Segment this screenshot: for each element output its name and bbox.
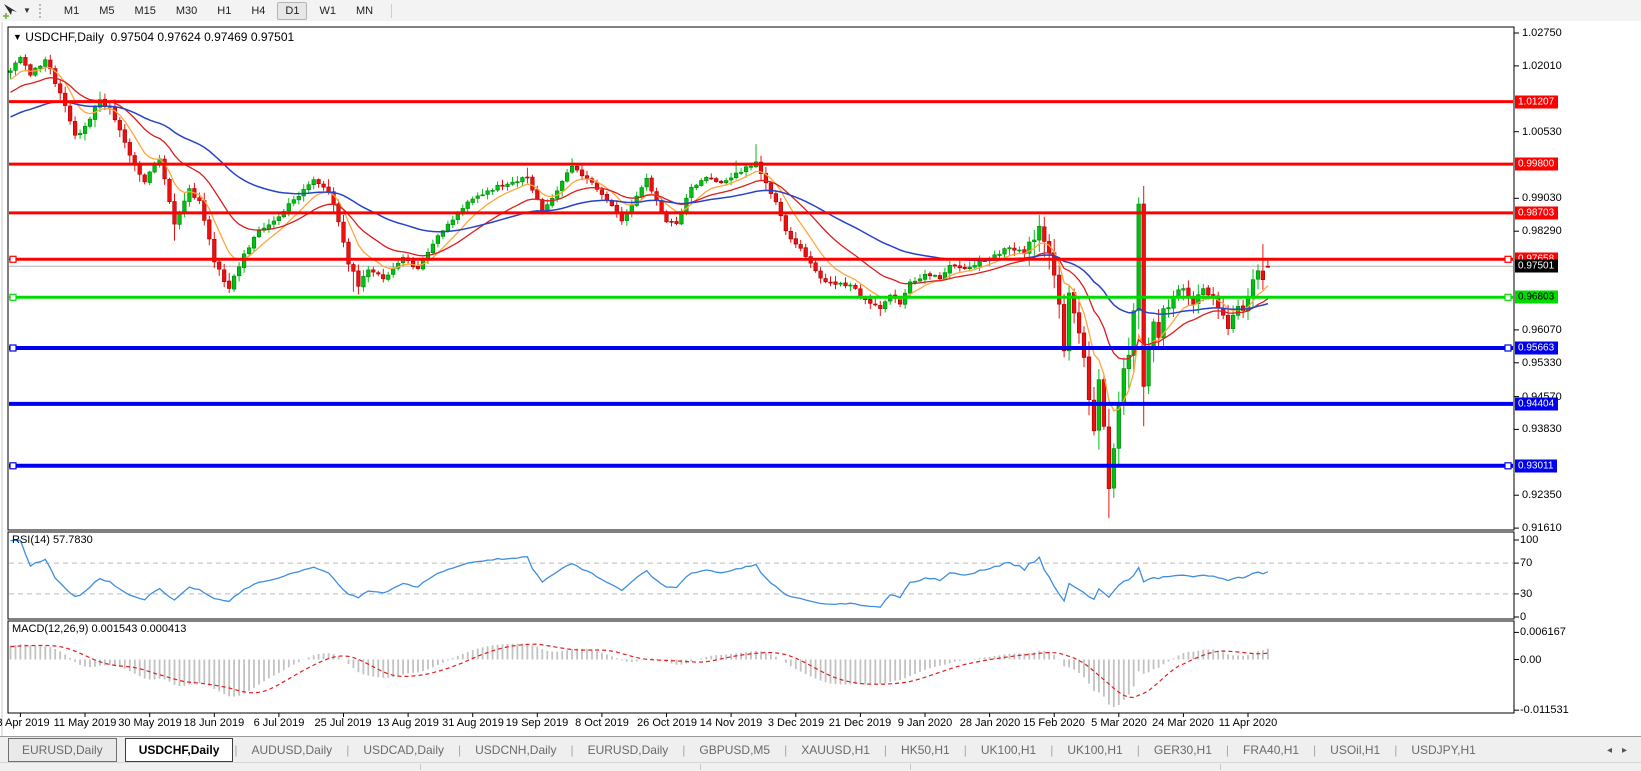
rsi-axis-label: 0 <box>1520 611 1527 623</box>
rsi-value: 57.7830 <box>52 534 93 546</box>
chart-tab-xauusd-h1[interactable]: XAUUSD,H1 <box>788 739 883 761</box>
price-axis-label: 0.93830 <box>1522 423 1562 435</box>
price-axis-label: 0.99030 <box>1522 192 1562 204</box>
rsi-indicator-label: RSI(14) 57.7830 <box>12 534 93 546</box>
chart-title: ▼ USDCHF,Daily 0.97504 0.97624 0.97469 0… <box>13 30 294 44</box>
ohlc-open: 0.97504 <box>110 30 155 44</box>
date-axis-label: 25 Jul 2019 <box>314 717 372 729</box>
ohlc-high: 0.97624 <box>157 30 201 44</box>
macd-axis-label: -0.011531 <box>1520 704 1569 716</box>
chart-tab-usdcad-daily[interactable]: USDCAD,Daily <box>350 739 457 761</box>
chart-dropdown-icon[interactable]: ▼ <box>13 32 22 42</box>
level-price-tag: 0.95663 <box>1515 341 1559 355</box>
macd-indicator-label: MACD(12,26,9) 0.001543 0.000413 <box>12 623 187 635</box>
date-axis-label: 19 Sep 2019 <box>505 717 569 729</box>
chart-tab-uk100-h1[interactable]: UK100,H1 <box>968 739 1049 761</box>
date-axis-label: 15 Feb 2020 <box>1023 717 1085 729</box>
date-axis-label: 30 May 2019 <box>118 717 182 729</box>
date-axis-label: 8 Oct 2019 <box>575 717 629 729</box>
ohlc-close: 0.97501 <box>250 30 295 44</box>
price-axis-label: 0.96070 <box>1522 324 1562 336</box>
chart-tab-usdcnh-daily[interactable]: USDCNH,Daily <box>462 739 569 761</box>
price-axis-label: 0.91610 <box>1522 522 1562 534</box>
rsi-axis-label: 30 <box>1520 588 1533 600</box>
date-axis-label: 13 Aug 2019 <box>377 717 439 729</box>
chart-tab-audusd-daily[interactable]: AUDUSD,Daily <box>239 739 346 761</box>
date-axis-label: 3 Dec 2019 <box>767 717 825 729</box>
macd-axis-label: 0.00 <box>1520 654 1542 666</box>
tabs-scroll-left-icon[interactable]: ◂ <box>1607 745 1612 756</box>
date-axis-label: 14 Nov 2019 <box>699 717 763 729</box>
date-axis-label: 28 Jan 2020 <box>959 717 1021 729</box>
chart-plot-area[interactable] <box>0 0 1641 770</box>
price-axis-label: 0.98290 <box>1522 225 1562 237</box>
chart-tab-uk100-h1[interactable]: UK100,H1 <box>1054 739 1135 761</box>
chart-tab-bar: EURUSD,Daily USDCHF,Daily | AUDUSD,Daily | US… <box>0 736 1641 763</box>
chart-tab-usdjpy-h1[interactable]: USDJPY,H1 <box>1398 739 1488 761</box>
chart-tab-eurusd-daily[interactable]: EURUSD,Daily <box>575 739 682 761</box>
macd-value-main: 0.001543 <box>91 623 138 635</box>
date-axis-label: 5 Mar 2020 <box>1091 717 1147 729</box>
chart-tab-usoil-h1[interactable]: USOil,H1 <box>1317 739 1393 761</box>
chart-tab-eurusd-daily[interactable]: EURUSD,Daily <box>8 738 117 762</box>
tabs-scroll-right-icon[interactable]: ▸ <box>1622 745 1627 756</box>
date-axis-label: 6 Jul 2019 <box>253 717 305 729</box>
price-axis-label: 1.02010 <box>1522 60 1562 72</box>
date-axis-label: 31 Aug 2019 <box>442 717 504 729</box>
chart-tab-hk50-h1[interactable]: HK50,H1 <box>888 739 963 761</box>
date-axis-label: 11 Apr 2020 <box>1218 717 1278 729</box>
price-axis-label: 1.02750 <box>1522 27 1562 39</box>
date-axis-label: 9 Jan 2020 <box>897 717 953 729</box>
price-axis-label: 1.00530 <box>1522 126 1562 138</box>
level-price-tag: 0.93011 <box>1515 459 1558 473</box>
chart-tab-fra40-h1[interactable]: FRA40,H1 <box>1230 739 1312 761</box>
date-axis-label: 18 Jun 2019 <box>183 717 245 729</box>
macd-axis-label: 0.006167 <box>1520 626 1566 638</box>
chart-tab-ger30-h1[interactable]: GER30,H1 <box>1141 739 1225 761</box>
rsi-axis-label: 70 <box>1520 557 1533 569</box>
chart-tab-usdchf-daily[interactable]: USDCHF,Daily <box>124 738 234 762</box>
level-price-tag: 0.94404 <box>1515 397 1559 411</box>
ohlc-low: 0.97469 <box>204 30 248 44</box>
date-axis-label: 24 Mar 2020 <box>1152 717 1214 729</box>
chart-tab-gbpusd-m5[interactable]: GBPUSD,M5 <box>686 739 783 761</box>
chart-symbol-label: USDCHF,Daily <box>25 30 104 44</box>
date-axis-label: 23 Apr 2019 <box>0 717 50 729</box>
level-price-tag: 0.96803 <box>1515 290 1559 304</box>
mt4-window: ▼ M1 M5 M15 M30 H1 H4 D1 W1 MN ▼ USDCHF,Daily 0.… <box>0 0 1641 771</box>
date-axis-label: 21 Dec 2019 <box>828 717 892 729</box>
level-price-tag: 0.98703 <box>1515 206 1559 220</box>
current-price-tag: 0.97501 <box>1515 259 1559 273</box>
level-price-tag: 0.99800 <box>1515 157 1559 171</box>
rsi-axis-label: 100 <box>1520 534 1539 546</box>
macd-value-signal: 0.000413 <box>140 623 187 635</box>
level-price-tag: 1.01207 <box>1515 95 1559 109</box>
price-axis-label: 0.92350 <box>1522 489 1562 501</box>
date-axis-label: 11 May 2019 <box>53 717 117 729</box>
price-axis-label: 0.95330 <box>1522 357 1562 369</box>
date-axis-label: 26 Oct 2019 <box>637 717 697 729</box>
